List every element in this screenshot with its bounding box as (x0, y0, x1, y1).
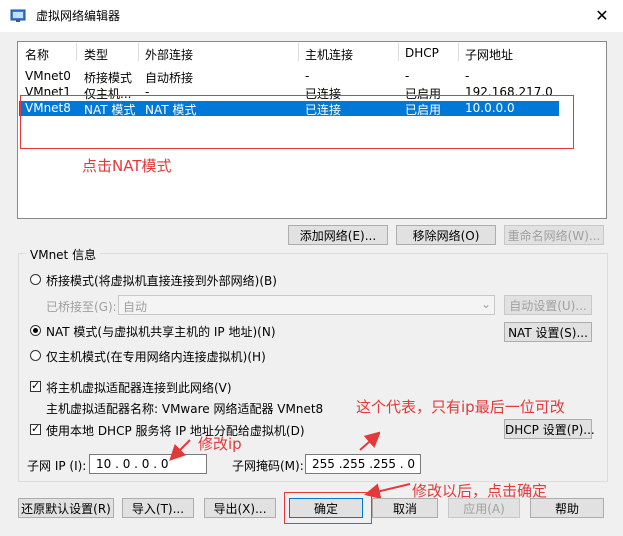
bridged-to-value: 自动 (123, 300, 148, 314)
cancel-button[interactable]: 取消 (372, 498, 438, 518)
dhcp-settings-button[interactable]: DHCP 设置(P)... (504, 419, 595, 439)
annotation-last-digit-note: 这个代表，只有ip最后一位可改 (356, 398, 565, 416)
column-divider (138, 43, 139, 61)
subnet-ip-label: 子网 IP (I): (27, 459, 87, 473)
connect-adapter-label[interactable]: 将主机虚拟适配器连接到此网络(V) (46, 379, 232, 396)
bridged-to-select[interactable]: 自动 ⌄ (118, 295, 495, 315)
bridge-radio[interactable] (30, 274, 41, 285)
cell-external: 自动桥接 (145, 71, 194, 85)
ok-button[interactable]: 确定 (289, 498, 363, 518)
restore-defaults-button[interactable]: 还原默认设置(R) (18, 498, 114, 518)
cell-host: - (305, 69, 310, 83)
col-header-subnet[interactable]: 子网地址 (465, 46, 513, 63)
annotation-highlight-box (20, 95, 574, 149)
column-divider (398, 43, 399, 61)
col-header-host[interactable]: 主机连接 (305, 46, 353, 63)
nat-radio[interactable] (30, 325, 41, 336)
cell-name: VMnet0 (25, 69, 71, 83)
auto-settings-button[interactable]: 自动设置(U)... (504, 295, 592, 315)
nat-settings-button[interactable]: NAT 设置(S)... (504, 322, 592, 342)
apply-button[interactable]: 应用(A) (448, 498, 520, 518)
help-button[interactable]: 帮助 (530, 498, 604, 518)
remove-network-button[interactable]: 移除网络(O) (396, 225, 496, 245)
cell-type: 桥接模式 (84, 71, 133, 85)
close-icon[interactable]: ✕ (592, 6, 612, 26)
cell-subnet: - (465, 69, 470, 83)
col-header-name[interactable]: 名称 (25, 46, 49, 63)
column-divider (76, 43, 77, 61)
bridged-to-label: 已桥接至(G): (46, 300, 117, 314)
connect-adapter-checkbox[interactable] (30, 379, 41, 393)
chevron-down-icon: ⌄ (481, 297, 492, 311)
rename-network-button[interactable]: 重命名网络(W)... (504, 225, 604, 245)
annotation-arrows (169, 431, 380, 461)
annotation-click-nat: 点击NAT模式 (82, 157, 172, 175)
adapter-name-text: 主机虚拟适配器名称: VMware 网络适配器 VMnet8 (46, 402, 324, 416)
bridge-label[interactable]: 桥接模式(将虚拟机直接连接到外部网络)(B) (46, 272, 277, 289)
hostonly-label[interactable]: 仅主机模式(在专用网络内连接虚拟机)(H) (46, 348, 266, 365)
column-divider (458, 43, 459, 61)
import-button[interactable]: 导入(T)... (122, 498, 194, 518)
col-header-dhcp[interactable]: DHCP (405, 46, 439, 60)
nat-label[interactable]: NAT 模式(与虚拟机共享主机的 IP 地址)(N) (46, 323, 276, 340)
col-header-external[interactable]: 外部连接 (145, 46, 193, 63)
vmnet-info-title: VMnet 信息 (26, 246, 101, 263)
col-header-type[interactable]: 类型 (84, 46, 108, 63)
cell-dhcp: - (405, 69, 410, 83)
network-editor-icon (10, 8, 26, 24)
add-network-button[interactable]: 添加网络(E)... (288, 225, 388, 245)
dhcp-checkbox[interactable] (30, 422, 41, 436)
hostonly-radio[interactable] (30, 350, 41, 361)
window-title: 虚拟网络编辑器 (36, 9, 121, 23)
column-divider (298, 43, 299, 61)
export-button[interactable]: 导出(X)... (204, 498, 276, 518)
table-row[interactable]: VMnet0 桥接模式 自动桥接 - - - (19, 69, 559, 85)
